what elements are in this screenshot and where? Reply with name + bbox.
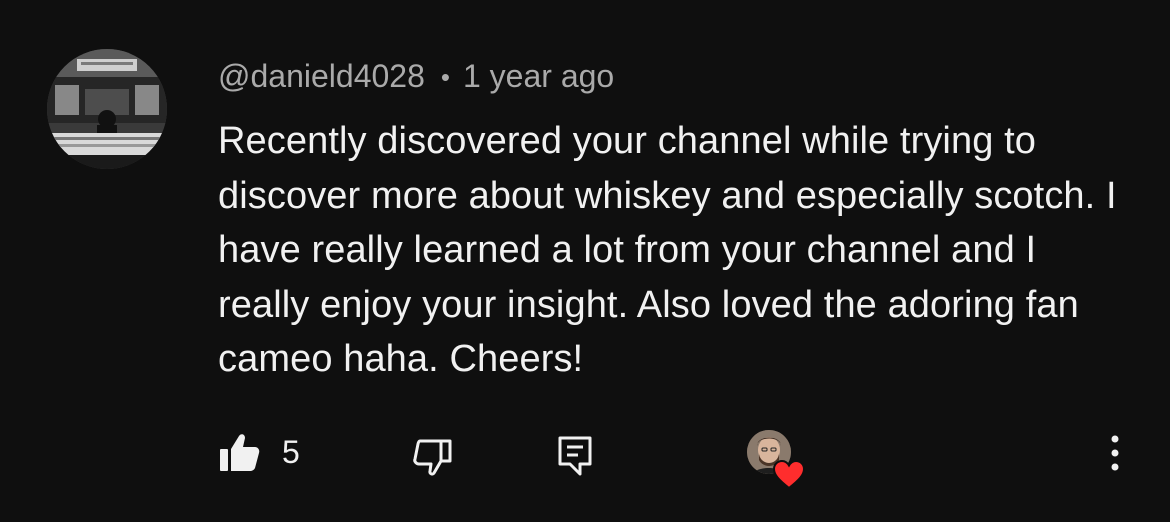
dislike-button[interactable] xyxy=(408,434,458,480)
more-options-button[interactable] xyxy=(1100,430,1130,476)
author-handle[interactable]: @danield4028 xyxy=(218,58,425,95)
thumb-up-filled-icon xyxy=(220,434,260,471)
comment-body: Recently discovered your channel while t… xyxy=(218,120,1117,380)
meta-separator: • xyxy=(440,61,450,92)
like-button[interactable] xyxy=(214,430,264,476)
author-avatar[interactable] xyxy=(47,49,167,169)
comment-timestamp[interactable]: 1 year ago xyxy=(463,58,614,95)
comment-meta: @danield4028 • 1 year ago xyxy=(218,56,614,96)
creator-heart-badge xyxy=(745,430,807,492)
like-count: 5 xyxy=(282,434,300,470)
comment-reply-icon xyxy=(558,436,592,476)
heart-icon xyxy=(773,460,805,490)
vertical-dots-icon xyxy=(1111,435,1119,471)
thumb-down-outline-icon xyxy=(413,439,452,476)
reply-button[interactable] xyxy=(552,432,598,478)
